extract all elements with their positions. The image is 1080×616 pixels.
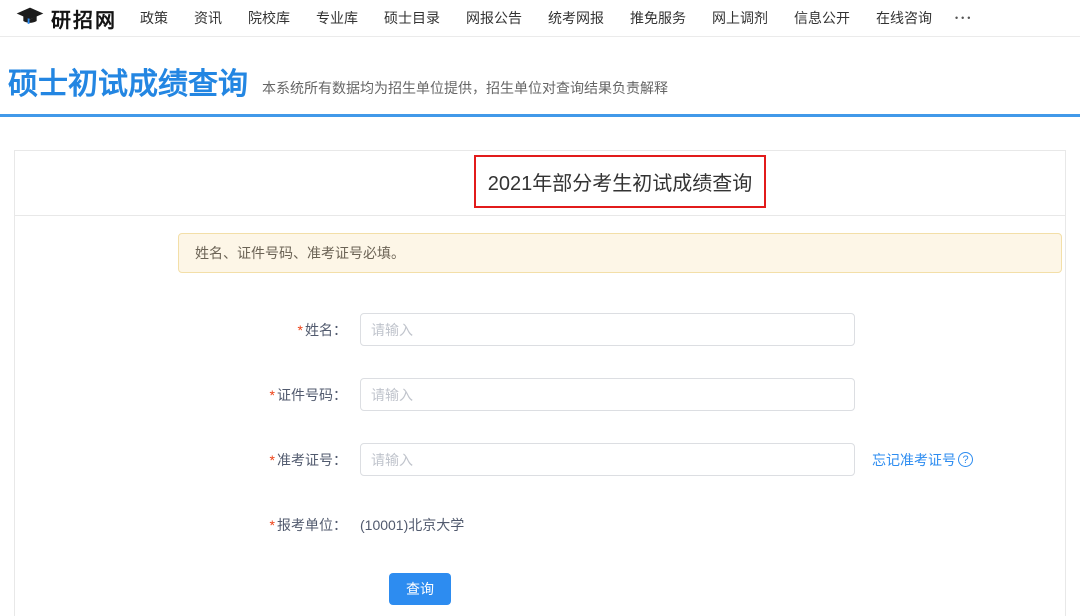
card-title: 2021年部分考生初试成绩查询 [488, 173, 753, 195]
required-mark: * [270, 387, 275, 403]
admission-ticket-input[interactable] [360, 443, 855, 476]
red-annotation-box: 2021年部分考生初试成绩查询 [474, 155, 767, 208]
nav-more-icon[interactable]: ••• [945, 13, 983, 23]
nav-item-policy[interactable]: 政策 [127, 8, 181, 28]
card-header: 2021年部分考生初试成绩查询 [15, 151, 1065, 216]
required-mark: * [298, 322, 303, 338]
top-navbar: 研招网 政策 资讯 院校库 专业库 硕士目录 网报公告 统考网报 推免服务 网上… [0, 0, 1080, 37]
admission-ticket-label: *准考证号： [15, 450, 360, 470]
query-button[interactable]: 查询 [389, 573, 451, 605]
page-title: 硕士初试成绩查询 [8, 68, 248, 102]
target-institution-value: (10001)北京大学 [360, 515, 464, 535]
nav-item-school-library[interactable]: 院校库 [235, 8, 303, 28]
nav-item-news[interactable]: 资讯 [181, 8, 235, 28]
page-header: 硕士初试成绩查询 本系统所有数据均为招生单位提供，招生单位对查询结果负责解释 [0, 37, 1080, 114]
nav-item-major-library[interactable]: 专业库 [303, 8, 371, 28]
required-mark: * [270, 452, 275, 468]
nav-item-online-announcement[interactable]: 网报公告 [453, 8, 535, 28]
name-input[interactable] [360, 313, 855, 346]
name-label: *姓名： [15, 320, 360, 340]
nav-menu: 政策 资讯 院校库 专业库 硕士目录 网报公告 统考网报 推免服务 网上调剂 信… [127, 8, 945, 28]
nav-item-master-catalog[interactable]: 硕士目录 [371, 8, 453, 28]
required-mark: * [270, 517, 275, 533]
forgot-ticket-link[interactable]: 忘记准考证号 ? [872, 450, 973, 470]
nav-item-unified-exam-registration[interactable]: 统考网报 [535, 8, 617, 28]
nav-item-online-adjustment[interactable]: 网上调剂 [699, 8, 781, 28]
required-fields-notice: 姓名、证件号码、准考证号必填。 [178, 233, 1062, 273]
form-row-name: *姓名： [15, 313, 1065, 346]
site-logo-text: 研招网 [51, 4, 117, 33]
blue-divider [0, 114, 1080, 117]
site-logo[interactable]: 研招网 [15, 4, 117, 33]
nav-item-exemption-service[interactable]: 推免服务 [617, 8, 699, 28]
score-query-card: 2021年部分考生初试成绩查询 姓名、证件号码、准考证号必填。 *姓名： *证件… [14, 150, 1066, 616]
form-row-target-institution: *报考单位： (10001)北京大学 [15, 508, 1065, 541]
page-subtitle: 本系统所有数据均为招生单位提供，招生单位对查询结果负责解释 [262, 78, 668, 102]
nav-item-info-disclosure[interactable]: 信息公开 [781, 8, 863, 28]
button-row: 查询 [15, 573, 1065, 605]
form-row-admission-ticket: *准考证号： 忘记准考证号 ? [15, 443, 1065, 476]
form-row-id-number: *证件号码： [15, 378, 1065, 411]
graduation-cap-icon [15, 4, 45, 33]
query-form: *姓名： *证件号码： *准考证号： 忘记准考证号 ? *报考单位： (1000… [15, 313, 1065, 605]
help-question-icon[interactable]: ? [958, 452, 973, 467]
nav-item-online-consult[interactable]: 在线咨询 [863, 8, 945, 28]
id-number-input[interactable] [360, 378, 855, 411]
target-institution-label: *报考单位： [15, 515, 360, 535]
id-number-label: *证件号码： [15, 385, 360, 405]
